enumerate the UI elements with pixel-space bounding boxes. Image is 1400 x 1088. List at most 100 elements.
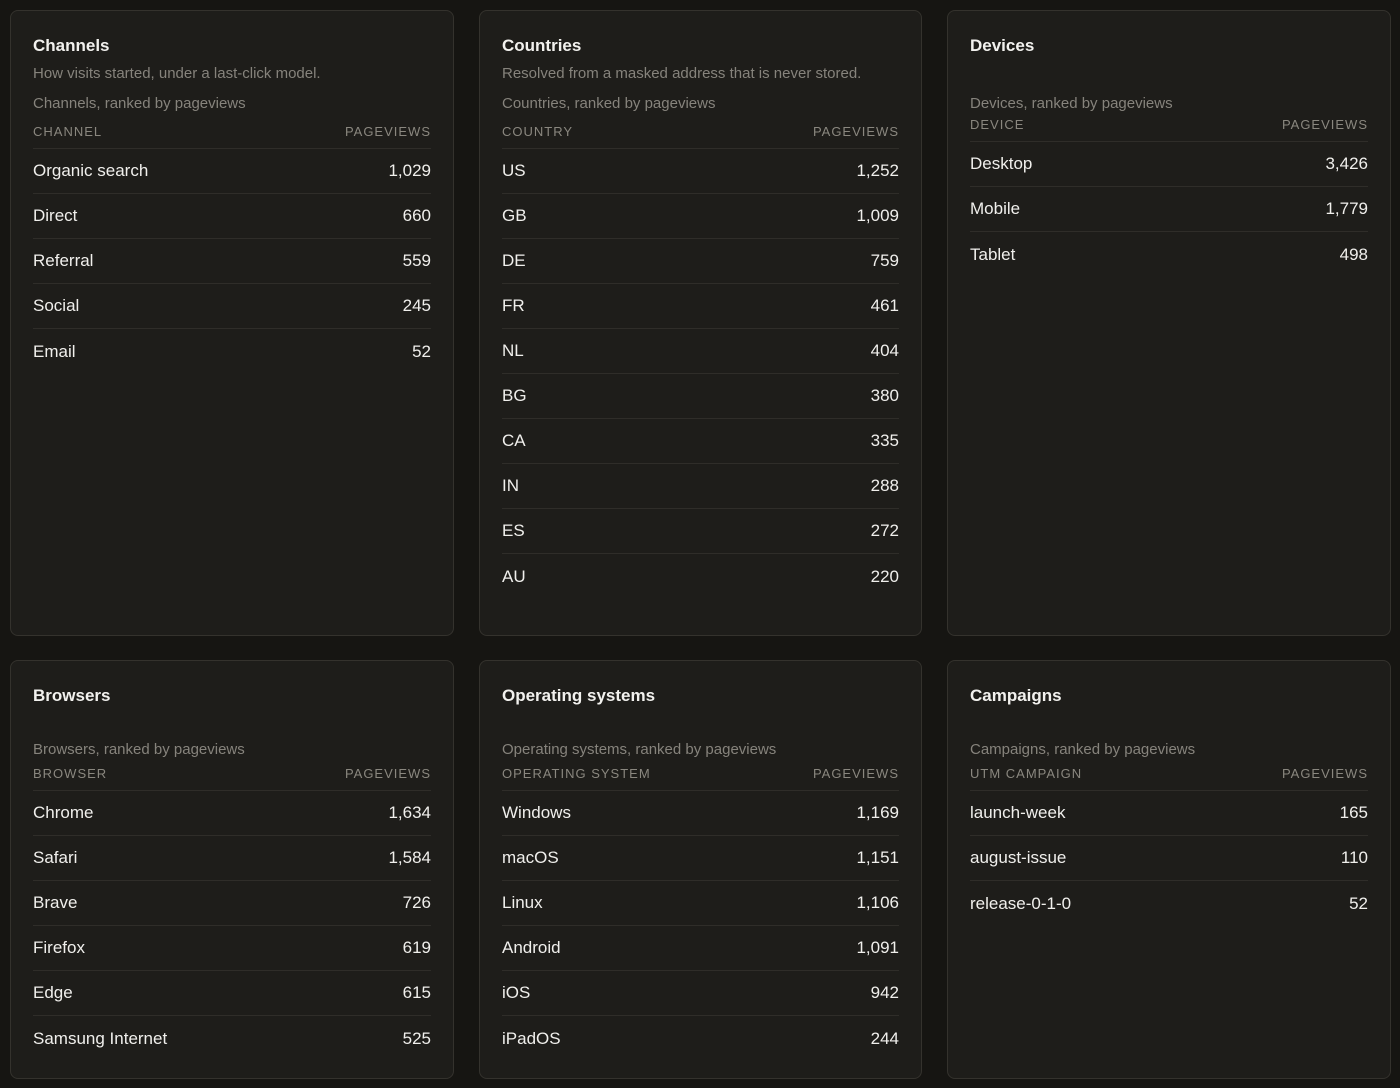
card-title: Operating systems xyxy=(502,686,656,705)
table-row: IN 288 xyxy=(502,464,899,509)
row-pageviews: 759 xyxy=(870,251,899,270)
card-title: Channels xyxy=(33,36,110,55)
column-header-browser: BROWSER xyxy=(33,765,108,781)
row-label: BG xyxy=(502,386,527,405)
table-row: DE 759 xyxy=(502,239,899,284)
row-pageviews: 1,779 xyxy=(1325,199,1368,218)
row-pageviews: 165 xyxy=(1339,803,1368,822)
table-row: FR 461 xyxy=(502,284,899,329)
column-header-device: DEVICE xyxy=(970,116,1025,132)
column-header-pageviews: PAGEVIEWS xyxy=(1281,765,1368,781)
row-label: Organic search xyxy=(33,161,149,180)
table-row: Edge 615 xyxy=(33,971,431,1016)
column-header-pageviews: PAGEVIEWS xyxy=(344,765,431,781)
table-row: Referral 559 xyxy=(33,239,431,284)
table-row: Android 1,091 xyxy=(502,926,899,971)
card-title: Countries xyxy=(502,36,582,55)
row-pageviews: 461 xyxy=(870,296,899,315)
row-label: iOS xyxy=(502,983,531,1002)
browsers-list: Chrome 1,634 Safari 1,584 Brave 726 Firefox 619… xyxy=(33,791,431,1061)
row-label: Firefox xyxy=(33,938,85,957)
table-header: UTM CAMPAIGN PAGEVIEWS xyxy=(970,764,1368,782)
column-header-operating-system: OPERATING SYSTEM xyxy=(502,765,651,781)
table-row: CA 335 xyxy=(502,419,899,464)
row-pageviews: 1,634 xyxy=(388,803,431,822)
table-row: macOS 1,151 xyxy=(502,836,899,881)
row-label: august-issue xyxy=(970,848,1067,867)
row-label: IN xyxy=(502,476,519,495)
row-pageviews: 220 xyxy=(870,566,899,586)
row-label: Brave xyxy=(33,893,78,912)
row-label: Mobile xyxy=(970,199,1021,218)
table-row: Samsung Internet 525 xyxy=(33,1016,431,1061)
browsers-card: Browsers Browsers, ranked by pageviews B… xyxy=(10,660,454,1079)
table-row: Tablet 498 xyxy=(970,232,1368,277)
table-row: launch-week 165 xyxy=(970,791,1368,836)
table-row: Linux 1,106 xyxy=(502,881,899,926)
row-label: Email xyxy=(33,341,76,361)
row-pageviews: 1,169 xyxy=(856,803,899,822)
table-header: COUNTRY PAGEVIEWS xyxy=(502,122,899,140)
devices-list: Desktop 3,426 Mobile 1,779 Tablet 498 xyxy=(970,142,1368,277)
countries-list: US 1,252 GB 1,009 DE 759 FR 461 NL 404 BG 380 CA 335 I… xyxy=(502,149,899,599)
row-label: Desktop xyxy=(970,154,1033,173)
row-label: NL xyxy=(502,341,524,360)
row-pageviews: 380 xyxy=(870,386,899,405)
row-pageviews: 1,151 xyxy=(856,848,899,867)
table-row: BG 380 xyxy=(502,374,899,419)
row-label: Social xyxy=(33,296,80,315)
table-row: Safari 1,584 xyxy=(33,836,431,881)
row-pageviews: 726 xyxy=(402,893,431,912)
row-label: macOS xyxy=(502,848,559,867)
channels-list: Organic search 1,029 Direct 660 Referral 559 S… xyxy=(33,149,431,374)
row-label: ES xyxy=(502,521,525,540)
card-hint: Countries, ranked by pageviews xyxy=(502,95,716,112)
row-pageviews: 615 xyxy=(402,983,431,1002)
row-label: FR xyxy=(502,296,525,315)
table-row: Organic search 1,029 xyxy=(33,149,431,194)
row-label: iPadOS xyxy=(502,1028,561,1048)
operating-systems-card: Operating systems Operating systems, ran… xyxy=(479,660,922,1079)
table-row: Chrome 1,634 xyxy=(33,791,431,836)
table-row: Direct 660 xyxy=(33,194,431,239)
row-pageviews: 110 xyxy=(1340,848,1368,867)
row-pageviews: 404 xyxy=(870,341,899,360)
table-row: august-issue 110 xyxy=(970,836,1368,881)
row-pageviews: 1,009 xyxy=(856,206,899,225)
row-label: Referral xyxy=(33,251,94,270)
row-label: CA xyxy=(502,431,526,450)
table-row: release-0-1-0 52 xyxy=(970,881,1368,926)
column-header-country: COUNTRY xyxy=(502,123,574,139)
card-title: Devices xyxy=(970,36,1035,55)
row-pageviews: 1,106 xyxy=(856,893,899,912)
channels-card: Channels How visits started, under a las… xyxy=(10,10,454,636)
row-label: Windows xyxy=(502,803,571,822)
table-row: iOS 942 xyxy=(502,971,899,1016)
table-row: US 1,252 xyxy=(502,149,899,194)
column-header-pageviews: PAGEVIEWS xyxy=(1281,116,1368,132)
row-label: AU xyxy=(502,566,526,586)
table-header: BROWSER PAGEVIEWS xyxy=(33,764,431,782)
row-pageviews: 619 xyxy=(402,938,431,957)
table-row: GB 1,009 xyxy=(502,194,899,239)
row-label: Safari xyxy=(33,848,78,867)
row-label: Samsung Internet xyxy=(33,1028,168,1048)
table-row: Mobile 1,779 xyxy=(970,187,1368,232)
row-pageviews: 3,426 xyxy=(1325,154,1368,173)
card-description: Resolved from a masked address that is n… xyxy=(502,65,862,82)
table-row: ES 272 xyxy=(502,509,899,554)
devices-card: Devices Devices, ranked by pageviews DEV… xyxy=(947,10,1391,636)
card-hint: Channels, ranked by pageviews xyxy=(33,95,246,112)
column-header-pageviews: PAGEVIEWS xyxy=(812,765,899,781)
row-pageviews: 245 xyxy=(402,296,431,315)
dashboard-grid: Channels How visits started, under a las… xyxy=(0,0,1400,1088)
campaigns-list: launch-week 165 august-issue 110 release-0-1… xyxy=(970,791,1368,926)
column-header-utm-campaign: UTM CAMPAIGN xyxy=(970,765,1083,781)
table-row: Desktop 3,426 xyxy=(970,142,1368,187)
row-label: launch-week xyxy=(970,803,1066,822)
row-pageviews: 272 xyxy=(870,521,899,540)
table-row: NL 404 xyxy=(502,329,899,374)
card-description: How visits started, under a last-click m… xyxy=(33,65,321,82)
